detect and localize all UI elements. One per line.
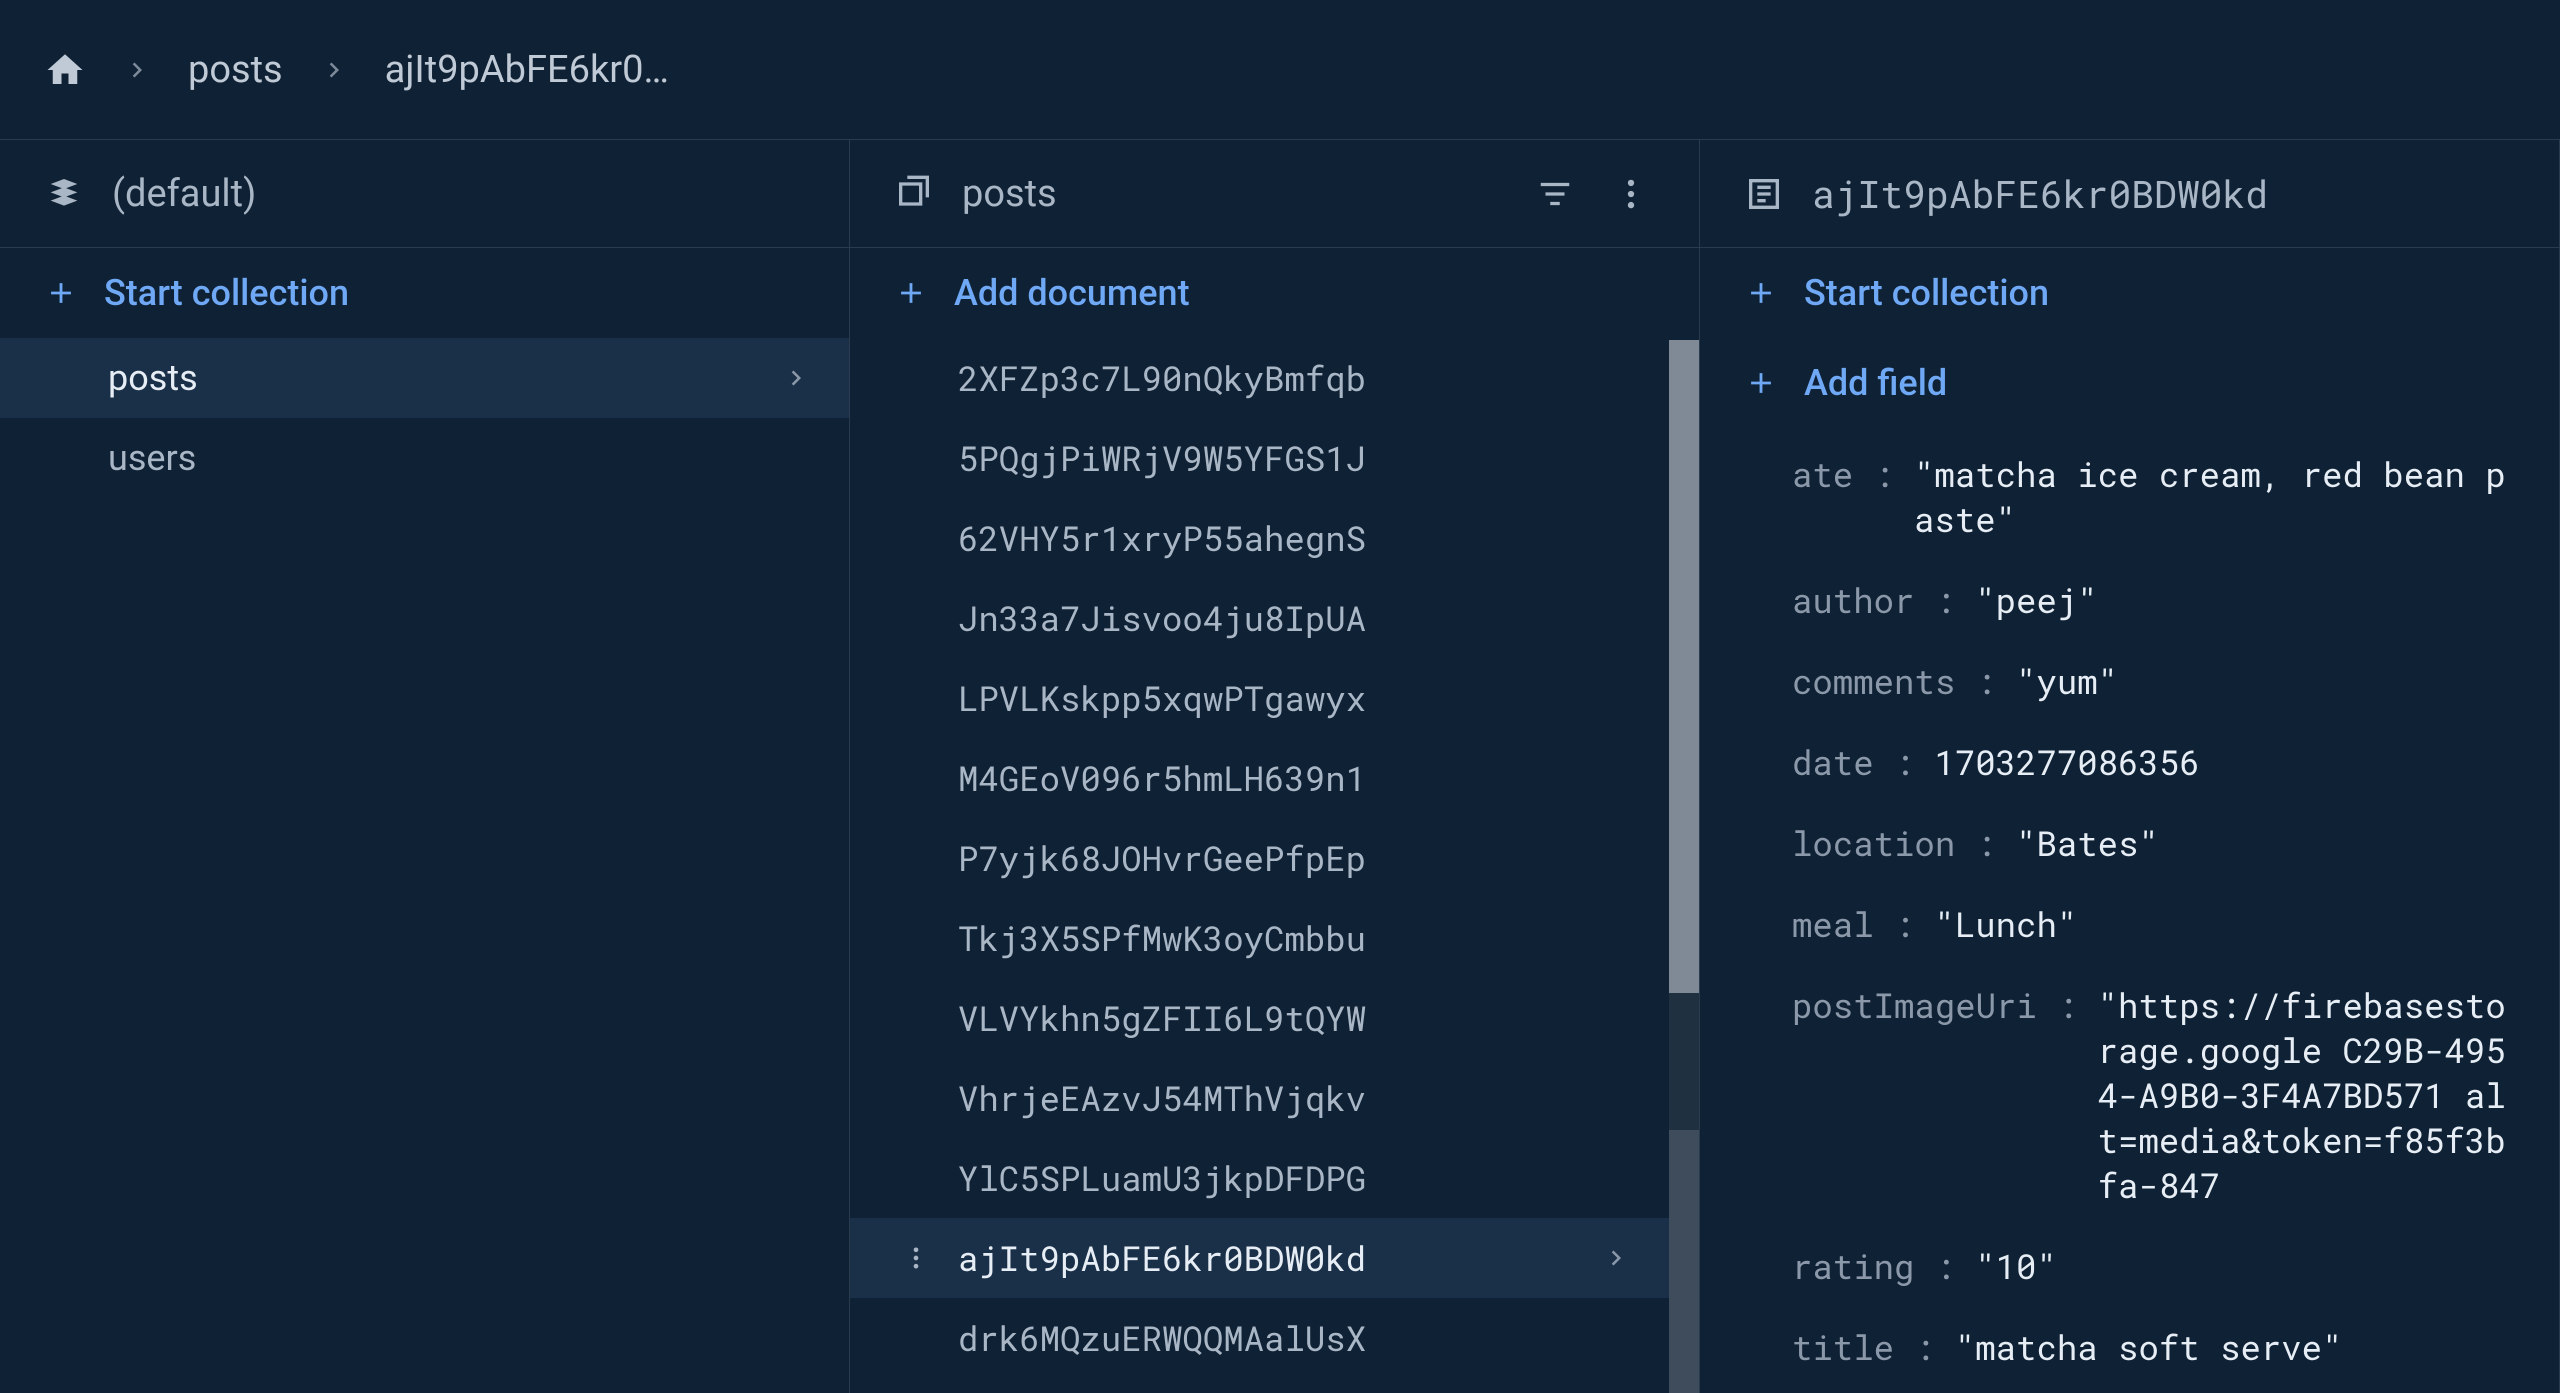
add-document-button[interactable]: Add document [850,248,1699,338]
field-value: 1703277086356 [1934,740,2199,785]
collection-row-label: posts [108,357,198,399]
field-row[interactable]: date : 1703277086356 [1700,722,2559,803]
filter-icon[interactable] [1531,170,1579,218]
field-key: comments : [1792,659,1996,704]
document-row-label: drk6MQzuERWQQMAalUsX [958,1316,1366,1361]
field-row[interactable]: meal : "Lunch" [1700,884,2559,965]
field-value: "yum" [2016,659,2118,704]
document-row[interactable]: ajIt9pAbFE6kr0BDW0kd [850,1218,1669,1298]
columns: (default) Start collection posts users po… [0,140,2560,1393]
home-icon[interactable] [44,49,86,91]
start-collection-button[interactable]: Start collection [0,248,849,338]
field-key: author : [1792,578,1955,623]
document-panel-header: ajIt9pAbFE6kr0BDW0kd [1700,140,2559,248]
document-row-label: YlC5SPLuamU3jkpDFDPG [958,1156,1366,1201]
doc-start-collection-label: Start collection [1804,272,2049,314]
document-row-label: LPVLKskpp5xqwPTgawyx [958,676,1366,721]
field-row[interactable]: title : "matcha soft serve" [1700,1307,2559,1388]
document-row[interactable]: 62VHY5r1xryP55ahegnS [850,498,1669,578]
document-row[interactable]: P7yjk68JOHvrGeePfpEp [850,818,1669,898]
chevron-right-icon [122,55,152,85]
field-key: ate : [1792,452,1894,497]
document-row-label: P7yjk68JOHvrGeePfpEp [958,836,1366,881]
document-row[interactable]: Tkj3X5SPfMwK3oyCmbbu [850,898,1669,978]
field-row[interactable]: author : "peej" [1700,560,2559,641]
field-value: "Lunch" [1934,902,2077,947]
document-row-label: VhrjeEAzvJ54MThVjqkv [958,1076,1366,1121]
document-row[interactable]: VLVYkhn5gZFII6L9tQYW [850,978,1669,1058]
field-key: rating : [1792,1244,1955,1289]
field-value: "10" [1975,1244,2057,1289]
field-key: date : [1792,740,1914,785]
document-row-label: 62VHY5r1xryP55ahegnS [958,516,1366,561]
document-row-label: Jn33a7Jisvoo4ju8IpUA [958,596,1366,641]
plus-icon [44,276,78,310]
doc-start-collection-button[interactable]: Start collection [1700,248,2559,338]
document-row-label: VLVYkhn5gZFII6L9tQYW [958,996,1366,1041]
document-row[interactable]: YlC5SPLuamU3jkpDFDPG [850,1138,1669,1218]
document-panel: ajIt9pAbFE6kr0BDW0kd Start collection Ad… [1700,140,2560,1393]
add-document-label: Add document [954,272,1190,314]
more-vert-icon[interactable] [902,1244,930,1272]
document-row-label: 5PQgjPiWRjV9W5YFGS1J [958,436,1366,481]
collection-row[interactable]: posts [0,338,849,418]
field-value: "matcha ice cream, red bean paste" [1914,452,2515,542]
field-row[interactable]: postImageUri : "https://firebasestorage.g… [1700,965,2559,1226]
documents-panel: posts Add document 2XFZp3c7L90nQkyBmfqb 5… [850,140,1700,1393]
documents-panel-title: posts [962,172,1057,216]
breadcrumb: posts ajIt9pAbFE6kr0… [0,0,2560,140]
add-field-label: Add field [1804,362,1947,404]
database-icon [44,174,84,214]
start-collection-label: Start collection [104,272,349,314]
document-row[interactable]: VhrjeEAzvJ54MThVjqkv [850,1058,1669,1138]
collection-row-label: users [108,437,196,479]
chevron-right-icon [319,55,349,85]
document-row-label: 2XFZp3c7L90nQkyBmfqb [958,356,1366,401]
document-row[interactable]: drk6MQzuERWQQMAalUsX [850,1298,1669,1378]
chevron-right-icon [1601,1243,1631,1273]
plus-icon [1744,276,1778,310]
documents-list: 2XFZp3c7L90nQkyBmfqb 5PQgjPiWRjV9W5YFGS1J… [850,338,1699,1393]
collections-list: posts users [0,338,849,1393]
field-row[interactable]: comments : "yum" [1700,641,2559,722]
documents-scrollbar[interactable] [1669,340,1699,1393]
field-value: "Bates" [2016,821,2159,866]
field-value: "https://firebasestorage.google C29B-495… [2098,983,2515,1208]
field-key: location : [1792,821,1996,866]
field-value: "matcha soft serve" [1955,1325,2343,1370]
fields-list: ate :"matcha ice cream, red bean paste"a… [1700,428,2559,1393]
collection-row[interactable]: users [0,418,849,498]
breadcrumb-collection[interactable]: posts [188,48,283,92]
root-panel: (default) Start collection posts users [0,140,850,1393]
document-row-label: M4GEoV096r5hmLH639n1 [958,756,1366,801]
field-row[interactable]: ate : "matcha ice cream, red bean paste" [1700,434,2559,560]
document-row[interactable]: M4GEoV096r5hmLH639n1 [850,738,1669,818]
plus-icon [894,276,928,310]
documents-panel-header: posts [850,140,1699,248]
document-panel-title: ajIt9pAbFE6kr0BDW0kd [1812,169,2268,219]
collection-icon [894,174,934,214]
field-key: meal : [1792,902,1914,947]
add-field-button[interactable]: Add field [1700,338,2559,428]
document-row[interactable]: LPVLKskpp5xqwPTgawyx [850,658,1669,738]
document-row-label: Tkj3X5SPfMwK3oyCmbbu [958,916,1366,961]
document-row[interactable]: 5PQgjPiWRjV9W5YFGS1J [850,418,1669,498]
document-row-label: ajIt9pAbFE6kr0BDW0kd [958,1236,1366,1281]
field-row[interactable]: location : "Bates" [1700,803,2559,884]
plus-icon [1744,366,1778,400]
field-value: "peej" [1975,578,2097,623]
field-key: title : [1792,1325,1935,1370]
field-key: postImageUri : [1792,983,2078,1028]
document-row[interactable]: 2XFZp3c7L90nQkyBmfqb [850,338,1669,418]
root-panel-header: (default) [0,140,849,248]
field-row[interactable]: rating : "10" [1700,1226,2559,1307]
document-row[interactable]: Jn33a7Jisvoo4ju8IpUA [850,578,1669,658]
more-vert-icon[interactable] [1607,170,1655,218]
breadcrumb-document[interactable]: ajIt9pAbFE6kr0… [385,48,669,92]
root-panel-title: (default) [112,172,256,216]
document-icon [1744,174,1784,214]
chevron-right-icon [781,363,811,393]
